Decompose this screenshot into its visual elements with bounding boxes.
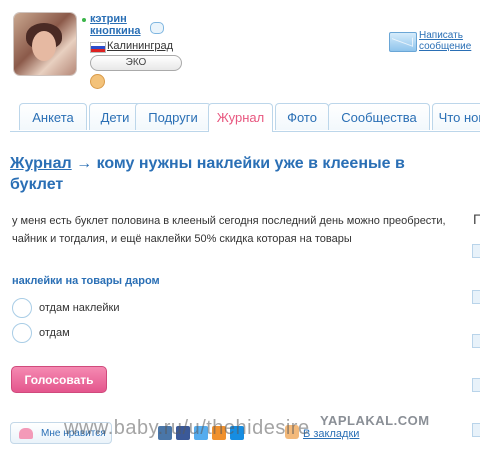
sidebar-title: П — [473, 211, 480, 227]
sidebar-item-icon[interactable] — [472, 244, 480, 258]
mail-icon[interactable] — [389, 32, 417, 52]
online-status-dot — [82, 18, 86, 22]
tab-photo[interactable]: Фото — [275, 103, 329, 130]
sidebar-item-icon[interactable] — [472, 290, 480, 304]
city-link[interactable]: Калининград — [107, 40, 173, 52]
tab-journal[interactable]: Журнал — [208, 103, 273, 132]
tab-communities[interactable]: Сообщества — [328, 103, 430, 130]
title-arrow: → — [76, 155, 93, 172]
vote-button[interactable]: Голосовать — [11, 366, 107, 393]
write-message-line-2[interactable]: сообщение — [419, 41, 471, 52]
sidebar-item-icon[interactable] — [472, 334, 480, 348]
bookmarks-link[interactable]: В закладки — [303, 428, 359, 440]
post-title: Журнал → кому нужны наклейки уже в клеен… — [10, 153, 460, 195]
user-avatar[interactable] — [14, 13, 76, 75]
poll-option-label: отдам наклейки — [39, 302, 120, 314]
poll-option-label: отдам — [39, 327, 70, 339]
yaplakal-watermark: YAPLAKAL.COM — [320, 413, 430, 428]
chat-bubble-icon[interactable] — [150, 22, 164, 34]
poll-option-1[interactable]: отдам наклейки — [12, 298, 120, 319]
site-watermark: www.baby.ru/u/thehidesire — [64, 417, 310, 439]
heart-icon — [19, 428, 33, 439]
sidebar-item-icon[interactable] — [472, 378, 480, 392]
write-message-link[interactable]: Написать сообщение — [419, 30, 471, 52]
smiley-icon — [90, 74, 105, 89]
russia-flag-icon — [90, 42, 106, 53]
post-body: у меня есть буклет половина в клееный се… — [12, 215, 446, 245]
journal-link[interactable]: Журнал — [10, 155, 72, 172]
profile-tabs: Анкета Дети Подруги Журнал Фото Сообщест… — [10, 103, 480, 132]
tab-anketa[interactable]: Анкета — [19, 103, 87, 130]
poll-option-2[interactable]: отдам — [12, 323, 70, 344]
tab-friends[interactable]: Подруги — [135, 103, 211, 130]
eko-badge[interactable]: ЭКО — [90, 55, 182, 71]
tab-children[interactable]: Дети — [89, 103, 141, 130]
write-message-line-1[interactable]: Написать — [419, 30, 471, 41]
tab-whats-new[interactable]: Что нов — [432, 103, 480, 130]
radio-button[interactable] — [12, 298, 32, 319]
radio-button[interactable] — [12, 323, 32, 344]
poll-question: наклейки на товары даром — [12, 275, 160, 287]
